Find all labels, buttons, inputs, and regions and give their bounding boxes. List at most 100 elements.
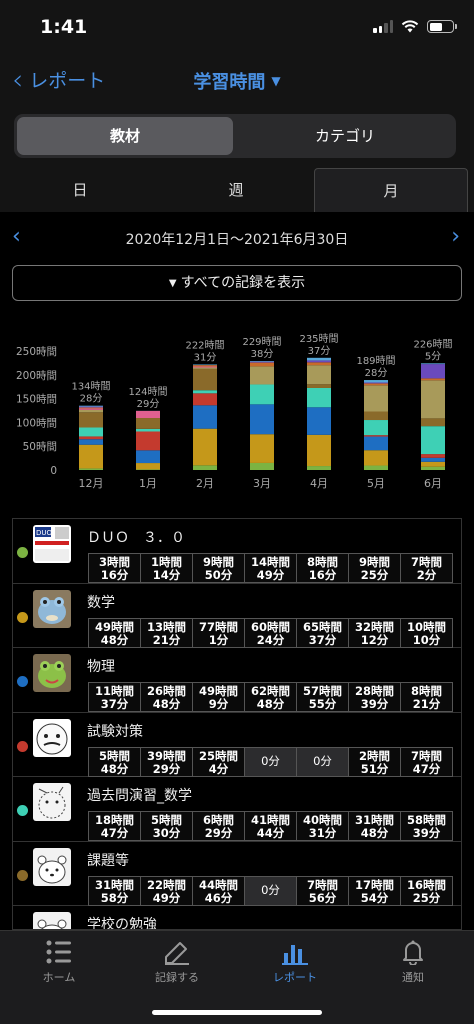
status-time: 1:41	[40, 16, 88, 38]
material-row[interactable]: 学校の勉強	[13, 906, 461, 930]
material-name: 学校の勉強	[87, 917, 157, 930]
bar-segment	[364, 436, 388, 451]
material-name: 過去問演習_数学	[87, 788, 192, 804]
time-cell: 9時間 25分	[348, 553, 401, 583]
time-cell: 22時間 49分	[140, 875, 193, 906]
tab-record[interactable]: 記録する	[118, 939, 236, 985]
tab-notification[interactable]: 通知	[354, 939, 472, 985]
tab-notification-label: 通知	[402, 971, 424, 984]
bar-segment	[136, 450, 160, 464]
monthly-time-cells: 11時間 37分 26時間 48分 49時間 9分 62時間 48分 57時間 55分 2…	[88, 682, 453, 712]
bar-total-hours-label: 235時間	[299, 333, 338, 345]
bar-segment	[250, 366, 274, 385]
tab-week[interactable]: 週	[158, 168, 314, 212]
bar-segment	[307, 384, 331, 388]
monthly-stacked-bar-chart: 050時間100時間150時間200時間250時間134時間28分12月124時…	[16, 333, 453, 490]
time-cell: 41時間 44分	[244, 811, 297, 841]
material-thumbnail	[33, 912, 71, 929]
material-name: 数学	[87, 594, 115, 611]
bar-total-minutes-label: 29分	[137, 398, 160, 410]
navigation-bar: ‹ レポート 学習時間 ▼	[0, 56, 474, 104]
x-tick-label: 3月	[253, 477, 271, 490]
time-cell: 39時間 29分	[140, 746, 193, 777]
bar-segment	[364, 420, 388, 436]
bar-segment	[193, 393, 217, 406]
material-color-dot	[17, 740, 28, 752]
bar-segment	[79, 412, 103, 428]
home-indicator	[152, 1010, 322, 1015]
next-range-button[interactable]: ›	[451, 224, 460, 249]
time-cell: 18時間 47分	[88, 811, 141, 841]
bar-segment	[79, 407, 103, 409]
material-row[interactable]: 過去問演習_数学 18時間 47分 5時間 30分 6時間 29分 41時間 44分 40…	[13, 777, 461, 842]
bar-segment	[364, 450, 388, 466]
bar-segment	[364, 383, 388, 386]
time-cell: 28時間 39分	[348, 682, 401, 712]
material-row[interactable]: 数学 49時間 48分 13時間 21分 77時間 1分 60時間 24分 65時間 37…	[13, 584, 461, 648]
time-cell: 26時間 48分	[140, 682, 193, 712]
bar-segment	[364, 435, 388, 437]
tab-report[interactable]: レポート	[236, 939, 354, 985]
time-cell: 7時間 2分	[400, 553, 453, 583]
segment-category[interactable]: カテゴリ	[237, 117, 453, 155]
bar-segment	[250, 362, 274, 367]
bar-total-minutes-label: 31分	[194, 351, 217, 363]
time-cell: 14時間 49分	[244, 553, 297, 583]
material-thumbnail	[33, 654, 71, 692]
monthly-time-cells: 31時間 58分 22時間 49分 44時間 46分 0分 7時間 56分 17時間 54…	[88, 875, 453, 906]
bar-segment	[136, 418, 160, 429]
time-cell: 7時間 56分	[296, 875, 349, 906]
bar-segment	[421, 378, 445, 381]
x-tick-label: 6月	[424, 477, 442, 490]
material-thumbnail	[33, 718, 71, 757]
tab-home[interactable]: ホーム	[0, 939, 118, 985]
time-cell: 65時間 37分	[296, 617, 349, 648]
bar-total-minutes-label: 28分	[365, 367, 388, 379]
time-cell: 25時間 4分	[192, 746, 245, 777]
bar-total-hours-label: 222時間	[185, 339, 224, 351]
bar-segment	[250, 384, 274, 405]
segment-container: 教材 カテゴリ	[0, 104, 474, 168]
date-range-label: 2020年12月1日〜2021年6月30日	[125, 232, 349, 248]
material-row[interactable]: 物理 11時間 37分 26時間 48分 49時間 9分 62時間 48分 57時間 55…	[13, 648, 461, 713]
bar-segment	[136, 469, 160, 470]
monthly-time-cells: 3時間 16分 1時間 14分 9時間 50分 14時間 49分 8時間 16分 9時間 …	[88, 553, 453, 583]
bar-segment	[250, 360, 274, 362]
bar-segment	[79, 427, 103, 437]
time-cell: 44時間 46分	[192, 875, 245, 906]
bar-segment	[364, 465, 388, 470]
bar-segment	[421, 454, 445, 458]
time-cell: 13時間 21分	[140, 617, 193, 648]
pencil-icon	[165, 942, 189, 965]
time-cell: 8時間 16分	[296, 553, 349, 583]
status-bar: 1:41	[0, 0, 474, 56]
bar-segment	[250, 404, 274, 435]
title-dropdown[interactable]: 学習時間 ▼	[0, 68, 474, 94]
time-cell: 1時間 14分	[140, 553, 193, 583]
material-row[interactable]: 試験対策 5時間 48分 39時間 29分 25時間 4分 0分 0分 2時間 51分 7時間…	[13, 713, 461, 777]
time-cell: 31時間 48分	[348, 811, 401, 841]
bar-segment	[364, 380, 388, 383]
tab-month[interactable]: 月	[314, 168, 468, 212]
triangle-down-icon: ▼	[168, 278, 177, 289]
show-all-records-button[interactable]: ▼ すべての記録を表示	[12, 265, 462, 301]
material-row[interactable]: DUO ＤＵＯ ３．０ 3時間 16分 1時間 14分 9時間 50分 14時間 49分 8…	[13, 519, 461, 584]
tab-day[interactable]: 日	[0, 168, 160, 212]
x-tick-label: 2月	[196, 477, 214, 490]
bar-segment	[421, 466, 445, 470]
bar-segment	[307, 387, 331, 408]
time-cell: 6時間 29分	[192, 811, 245, 841]
bar-segment	[307, 362, 331, 366]
time-cell: 60時間 24分	[244, 617, 297, 648]
time-cell: 11時間 37分	[88, 682, 141, 712]
y-tick-label: 50時間	[23, 441, 57, 453]
bar-total-minutes-label: 28分	[80, 393, 103, 405]
material-color-dot	[17, 805, 28, 816]
bar-segment	[250, 434, 274, 463]
bar-segment	[307, 365, 331, 385]
time-cell: 0分	[244, 746, 297, 777]
bar-total-hours-label: 229時間	[242, 336, 281, 348]
segment-material[interactable]: 教材	[17, 117, 233, 155]
material-row[interactable]: 課題等 31時間 58分 22時間 49分 44時間 46分 0分 7時間 56分 17時間…	[13, 842, 461, 906]
time-cell: 58時間 39分	[400, 811, 453, 841]
